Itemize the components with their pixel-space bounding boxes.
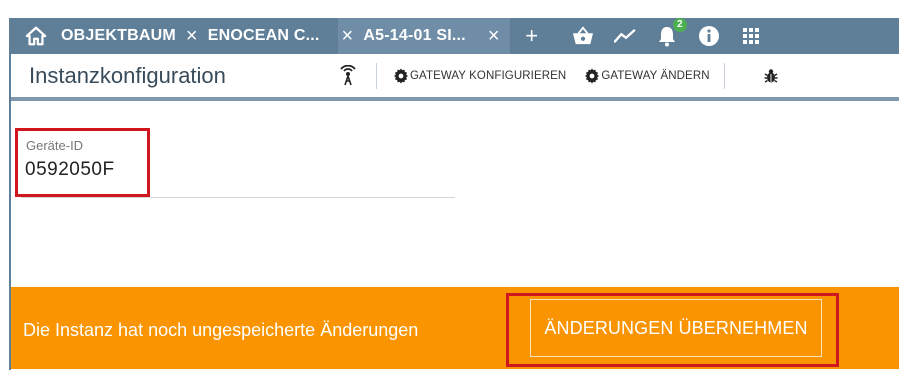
apply-button-highlight [506, 293, 839, 367]
change-gateway-button[interactable]: GATEWAY ÄNDERN [584, 68, 710, 84]
gear-icon [394, 68, 408, 83]
configure-gateway-label: GATEWAY KONFIGURIEREN [410, 69, 567, 82]
toolbar-divider [723, 62, 725, 89]
bottom-strip [11, 369, 899, 380]
field-underline [21, 197, 455, 198]
toolbar-divider [376, 62, 377, 89]
signal-icon[interactable] [334, 62, 362, 90]
tab-label: A5-14-01 SI... [363, 27, 466, 44]
basket-icon[interactable] [571, 24, 595, 48]
info-icon[interactable] [697, 24, 721, 48]
tab-objektbaum[interactable]: OBJEKTBAUM × [57, 18, 200, 54]
add-tab-button[interactable]: + [520, 25, 544, 47]
page-title: Instanzkonfiguration [29, 62, 226, 88]
configure-gateway-button[interactable]: GATEWAY KONFIGURIEREN [393, 68, 566, 84]
app-window: OBJEKTBAUM × ENOCEAN C... × A5-14-01 SI.… [0, 0, 899, 380]
tab-bar: OBJEKTBAUM × ENOCEAN C... × A5-14-01 SI.… [9, 18, 899, 54]
tab-label: OBJEKTBAUM [61, 27, 176, 44]
bug-icon[interactable] [757, 62, 785, 90]
close-icon[interactable]: × [488, 26, 500, 46]
gear-icon [585, 68, 600, 83]
notification-badge: 2 [672, 18, 687, 32]
unsaved-changes-message: Die Instanz hat noch ungespeicherte Ände… [23, 319, 419, 340]
bell-icon[interactable]: 2 [655, 18, 687, 48]
change-gateway-label: GATEWAY ÄNDERN [601, 69, 710, 82]
apps-grid-icon[interactable] [739, 24, 763, 48]
tab-a5-14-01[interactable]: × A5-14-01 SI... × [337, 18, 510, 54]
device-id-highlight [15, 128, 150, 197]
instance-toolbar: Instanzkonfiguration GATEWAY KONFIGURIER… [11, 54, 899, 101]
tab-enocean[interactable]: ENOCEAN C... [204, 18, 324, 54]
close-icon[interactable]: × [342, 26, 354, 46]
trend-icon[interactable] [613, 24, 637, 48]
tab-label: ENOCEAN C... [207, 27, 320, 44]
home-icon[interactable] [23, 23, 49, 49]
close-icon[interactable]: × [186, 26, 198, 46]
